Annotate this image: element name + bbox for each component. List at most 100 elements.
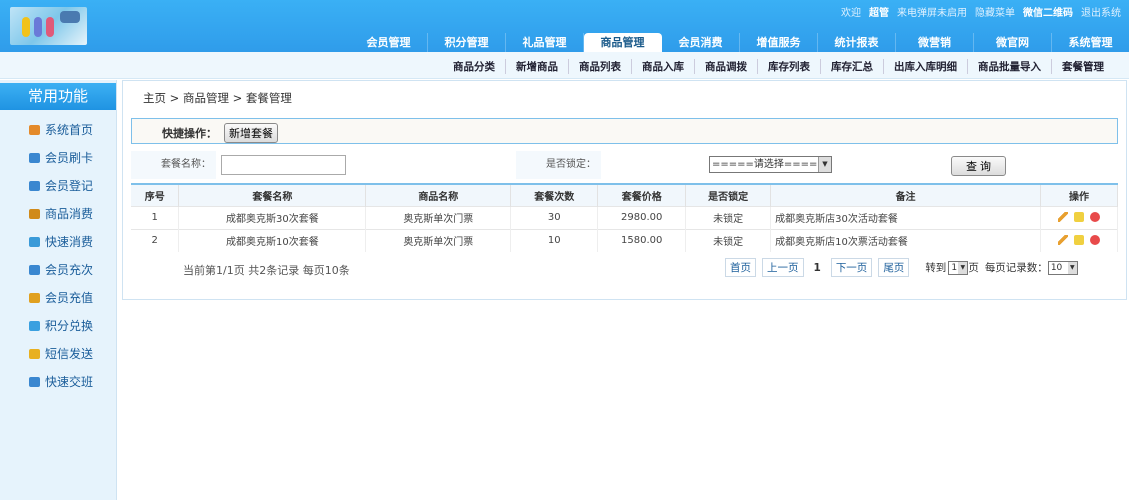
hide-menu-link[interactable]: 隐藏菜单 bbox=[975, 4, 1015, 19]
locked-select-value: =====请选择===== bbox=[712, 159, 826, 170]
table-cell: 成都奥克斯30次套餐 bbox=[178, 205, 367, 229]
delete-icon[interactable] bbox=[1089, 235, 1100, 246]
tab-1[interactable]: 积分管理 bbox=[428, 33, 506, 52]
table-row: 1 成都奥克斯30次套餐 奥克斯单次门票 30 2980.00 未锁定 成都奥克斯店30次活… bbox=[131, 205, 1119, 229]
logout-link[interactable]: 退出系统 bbox=[1081, 4, 1121, 19]
sidebar-item[interactable]: 快速消费 bbox=[0, 228, 116, 256]
subnav-item[interactable]: 商品入库 bbox=[631, 59, 694, 74]
subnav-item[interactable]: 新增商品 bbox=[505, 59, 568, 74]
subnav-item[interactable]: 套餐管理 bbox=[1051, 59, 1114, 74]
tab-9[interactable]: 系统管理 bbox=[1052, 33, 1129, 52]
main-nav: 会员管理 积分管理 礼品管理 商品管理 会员消费 增值服务 统计报表 微营销 微官网 系统管理 bbox=[350, 33, 1129, 52]
goto-page-value: 1 bbox=[951, 262, 958, 273]
package-table: 序号 套餐名称 商品名称 套餐次数 套餐价格 是否锁定 备注 操作 1 成都奥克斯30次套餐 奥克… bbox=[131, 183, 1119, 252]
locked-label: 是否锁定： bbox=[516, 151, 601, 179]
sidebar-item[interactable]: 会员充次 bbox=[0, 256, 116, 284]
quick-actions-label: 快捷操作： bbox=[162, 127, 217, 140]
sidebar-item-icon bbox=[29, 237, 40, 247]
subnav-item[interactable]: 商品批量导入 bbox=[967, 59, 1051, 74]
username: 超管 bbox=[869, 8, 889, 19]
sidebar-item[interactable]: 商品消费 bbox=[0, 200, 116, 228]
subnav-item[interactable]: 商品调拨 bbox=[694, 59, 757, 74]
first-page-button[interactable]: 首页 bbox=[725, 258, 756, 277]
table-cell: 30 bbox=[510, 205, 599, 229]
logo bbox=[10, 7, 87, 45]
sidebar-item[interactable]: 会员刷卡 bbox=[0, 144, 116, 172]
tab-0[interactable]: 会员管理 bbox=[350, 33, 428, 52]
chevron-down-icon: ▼ bbox=[1067, 261, 1077, 274]
sidebar-item-label: 会员登记 bbox=[45, 179, 94, 193]
sidebar-item-icon bbox=[29, 209, 40, 219]
sidebar-item[interactable]: 积分兑换 bbox=[0, 312, 116, 340]
locked-select[interactable]: =====请选择===== ▼ bbox=[709, 156, 832, 173]
pagination-info: 当前第1/1页 共2条记录 每页10条 bbox=[183, 264, 350, 277]
sidebar-item-icon bbox=[29, 265, 40, 275]
table-cell: 奥克斯单次门票 bbox=[365, 228, 512, 252]
table-cell: 成都奥克斯10次套餐 bbox=[178, 228, 367, 252]
package-name-input[interactable] bbox=[221, 155, 346, 175]
delete-icon[interactable] bbox=[1089, 212, 1100, 222]
table-cell: 10 bbox=[510, 228, 599, 252]
sidebar-item-label: 会员充值 bbox=[45, 291, 94, 305]
column-header: 操作 bbox=[1040, 184, 1119, 206]
goto-page-select[interactable]: 1 ▼ bbox=[948, 260, 969, 275]
sidebar-item-icon bbox=[29, 377, 40, 387]
sidebar-item[interactable]: 快速交班 bbox=[0, 368, 116, 396]
table-cell: 成都奥克斯店30次活动套餐 bbox=[770, 205, 1041, 229]
lock-icon[interactable] bbox=[1073, 235, 1084, 246]
sidebar-item-icon bbox=[29, 349, 40, 359]
actions-cell bbox=[1040, 205, 1119, 229]
actions-cell bbox=[1040, 228, 1119, 252]
tab-6[interactable]: 统计报表 bbox=[818, 33, 896, 52]
sidebar-item-icon bbox=[29, 181, 40, 191]
chevron-down-icon: ▼ bbox=[958, 261, 968, 274]
chevron-down-icon: ▼ bbox=[818, 157, 831, 172]
tab-4[interactable]: 会员消费 bbox=[662, 33, 740, 52]
column-header: 是否锁定 bbox=[685, 184, 772, 206]
lock-icon[interactable] bbox=[1073, 212, 1084, 222]
table-cell: 成都奥克斯店10次票活动套餐 bbox=[770, 228, 1041, 252]
query-button[interactable]: 查 询 bbox=[951, 156, 1007, 176]
column-header: 套餐次数 bbox=[510, 184, 599, 206]
tab-2[interactable]: 礼品管理 bbox=[506, 33, 584, 52]
sidebar-item[interactable]: 会员充值 bbox=[0, 284, 116, 312]
current-page: 1 bbox=[813, 261, 821, 274]
column-header: 备注 bbox=[770, 184, 1041, 206]
subnav-item[interactable]: 商品列表 bbox=[568, 59, 631, 74]
next-page-button[interactable]: 下一页 bbox=[830, 258, 873, 277]
table-cell: 2 bbox=[131, 228, 180, 252]
package-name-label: 套餐名称： bbox=[131, 151, 216, 179]
welcome-text: 欢迎 bbox=[841, 8, 861, 19]
tab-7[interactable]: 微营销 bbox=[896, 33, 974, 52]
subnav-item[interactable]: 出库入库明细 bbox=[883, 59, 967, 74]
sidebar-title: 常用功能 bbox=[0, 83, 116, 110]
edit-icon[interactable] bbox=[1057, 235, 1068, 246]
subnav-item[interactable]: 商品分类 bbox=[443, 59, 505, 74]
sidebar-item[interactable]: 短信发送 bbox=[0, 340, 116, 368]
table-cell: 未锁定 bbox=[685, 205, 772, 229]
column-header: 套餐名称 bbox=[178, 184, 367, 206]
subnav-item[interactable]: 库存列表 bbox=[757, 59, 820, 74]
column-header: 序号 bbox=[131, 184, 180, 206]
tab-8[interactable]: 微官网 bbox=[974, 33, 1052, 52]
wechat-qr-link[interactable]: 微信二维码 bbox=[1023, 4, 1073, 19]
last-page-button[interactable]: 尾页 bbox=[878, 258, 910, 277]
table-row: 2 成都奥克斯10次套餐 奥克斯单次门票 10 1580.00 未锁定 成都奥克斯店10次票… bbox=[131, 228, 1119, 252]
sidebar: 常用功能 系统首页会员刷卡会员登记商品消费 快速消费 会员充次会员充值积分兑换短信发… bbox=[0, 80, 117, 500]
tab-3[interactable]: 商品管理 bbox=[584, 33, 662, 52]
sidebar-item-label: 系统首页 bbox=[45, 123, 94, 137]
per-page-select[interactable]: 10 ▼ bbox=[1047, 260, 1078, 275]
caller-popup-link[interactable]: 来电弹屏未启用 bbox=[897, 4, 967, 19]
add-package-button[interactable]: 新增套餐 bbox=[224, 123, 278, 143]
table-cell: 奥克斯单次门票 bbox=[365, 205, 512, 229]
subnav-item[interactable]: 库存汇总 bbox=[820, 59, 883, 74]
sidebar-item[interactable]: 会员登记 bbox=[0, 172, 116, 200]
table-cell: 1 bbox=[131, 205, 180, 229]
prev-page-button[interactable]: 上一页 bbox=[762, 258, 804, 277]
sidebar-item-icon bbox=[29, 125, 40, 135]
sidebar-item-label: 积分兑换 bbox=[45, 319, 94, 333]
pagination: 首页 上一页 1 下一页 尾页 转到 1 ▼ 页 每页记录数： 10 ▼ bbox=[725, 258, 1078, 277]
tab-5[interactable]: 增值服务 bbox=[740, 33, 818, 52]
edit-icon[interactable] bbox=[1057, 212, 1068, 222]
sidebar-item[interactable]: 系统首页 bbox=[0, 116, 116, 144]
